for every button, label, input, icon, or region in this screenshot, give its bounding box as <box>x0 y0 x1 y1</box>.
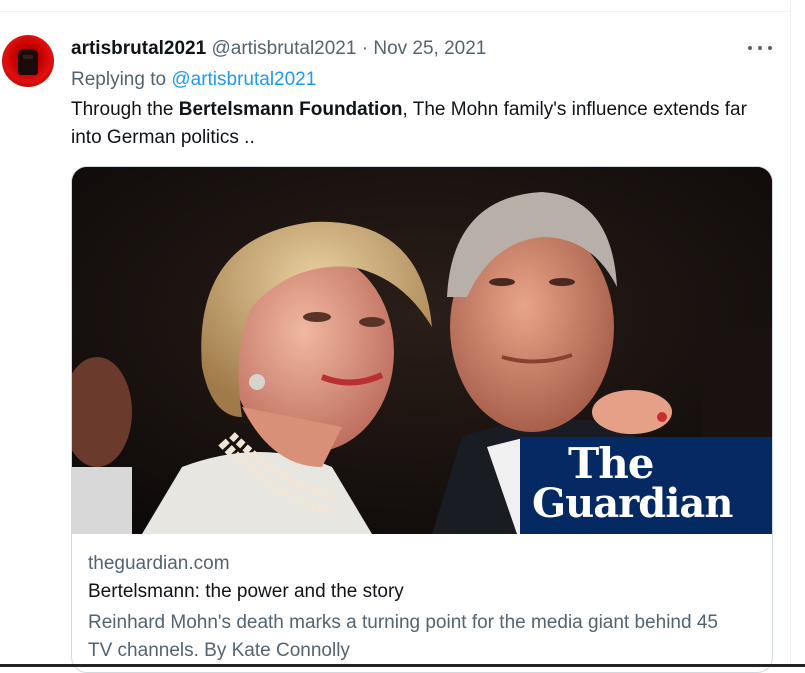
link-card[interactable]: The Guardian theguardian.com Bertelsmann… <box>71 166 773 673</box>
separator-dot: · <box>361 38 369 59</box>
card-image[interactable]: The Guardian <box>72 167 772 534</box>
card-title: Bertelsmann: the power and the story <box>88 581 404 602</box>
user-handle[interactable]: @artisbrutal2021 <box>211 38 356 59</box>
more-options-icon[interactable] <box>748 38 772 58</box>
tweet-text: Through the Bertelsmann Foundation, The … <box>71 96 771 152</box>
card-description: Reinhard Mohn's death marks a turning po… <box>88 612 718 661</box>
timeline-border <box>790 0 791 667</box>
top-divider <box>0 11 790 12</box>
tweet-date[interactable]: Nov 25, 2021 <box>373 38 486 59</box>
more-dot <box>758 46 762 50</box>
more-dot <box>748 46 752 50</box>
more-dot <box>768 46 772 50</box>
logo-line-guardian: Guardian <box>532 480 733 527</box>
tweet-header: artisbrutal2021 @artisbrutal2021 · Nov 2… <box>71 37 486 61</box>
avatar-icon <box>18 49 38 75</box>
reply-to-link[interactable]: @artisbrutal2021 <box>171 69 316 90</box>
reply-context: Replying to @artisbrutal2021 <box>71 68 316 92</box>
tweet-text-bold: Bertelsmann Foundation <box>178 99 403 120</box>
display-name[interactable]: artisbrutal2021 <box>71 38 206 59</box>
reply-prefix: Replying to <box>71 69 167 90</box>
tweet-text-before: Through the <box>71 99 179 120</box>
guardian-logo: The Guardian <box>520 437 772 534</box>
user-avatar[interactable] <box>2 35 54 87</box>
card-domain: theguardian.com <box>88 553 230 574</box>
